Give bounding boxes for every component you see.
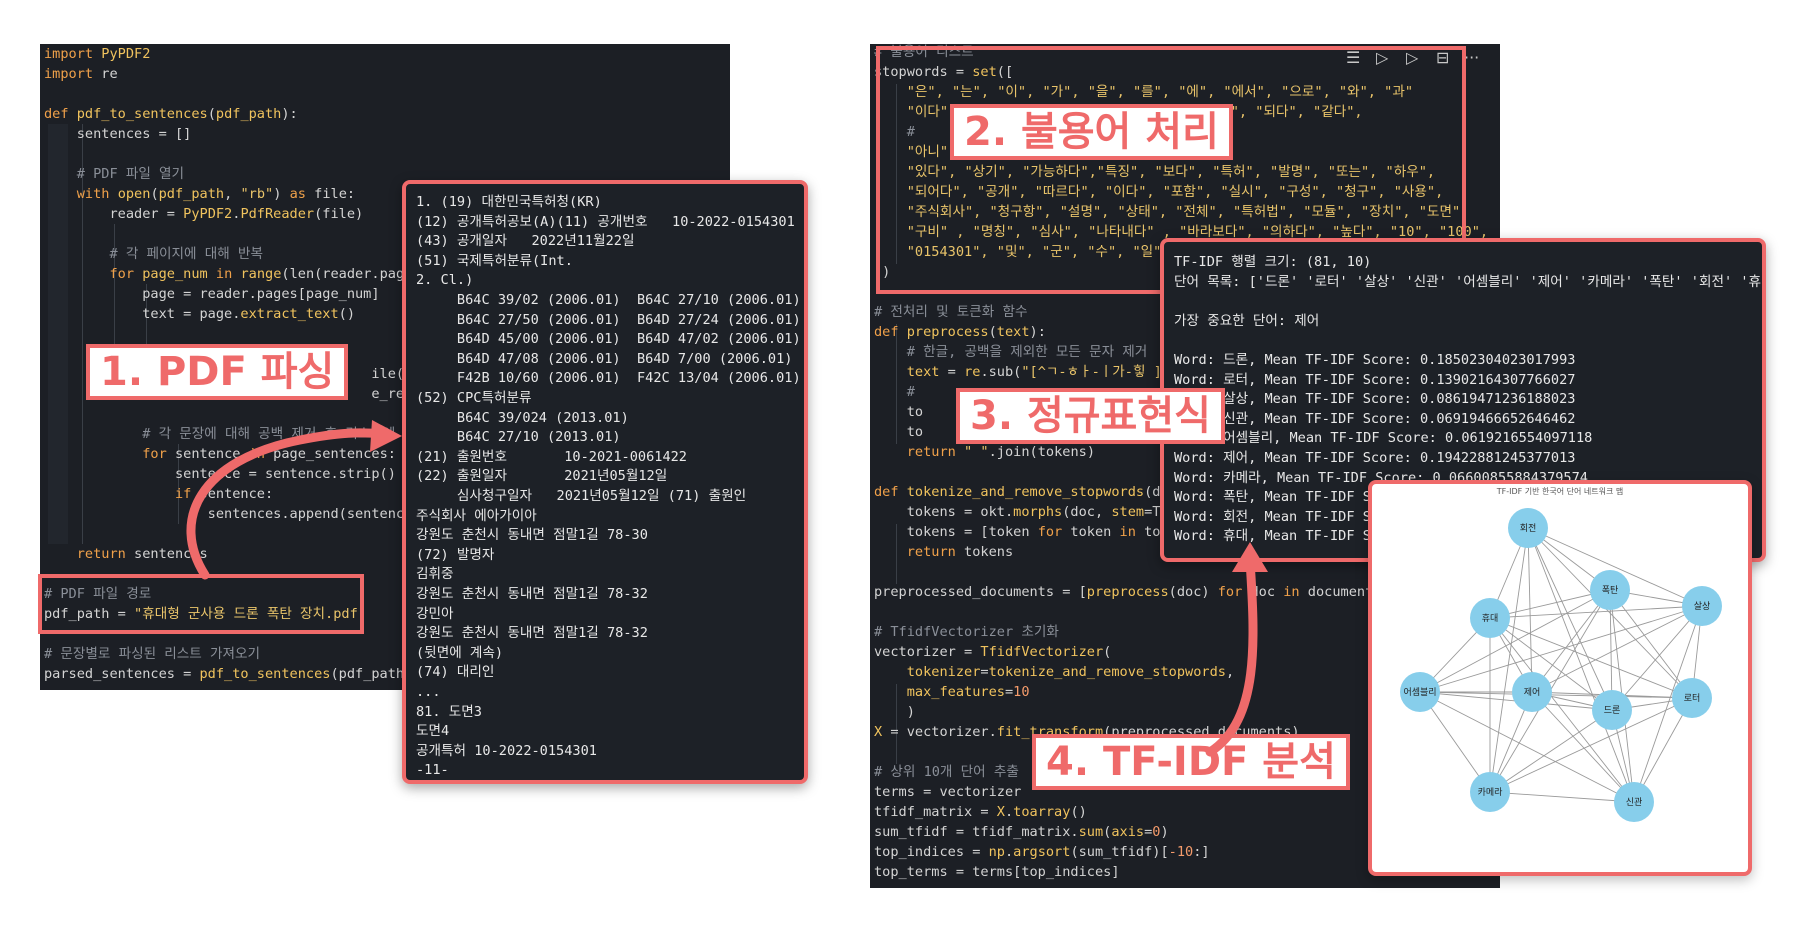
output-line: 2. Cl.) [416,272,474,289]
output-line: B64D 45/00 (2006.01) B64D 47/02 (2006.01… [416,331,801,348]
graph-node-label: 회전 [1520,523,1537,534]
output-line: Word: 살상, Mean TF-IDF Score: 0.086194712… [1174,391,1576,408]
graph-node: 회전 [1508,508,1548,548]
graph-node-label: 제어 [1524,687,1541,698]
graph-node-label: 어셈블리 [1403,687,1436,698]
output-line: (뒷면에 계속) [416,644,504,661]
step3-label: 3. 정규표현식 [956,388,1225,444]
graph-node: 폭탄 [1590,570,1630,610]
output-line: 1. (19) 대한민국특허청(KR) [416,194,602,210]
graph-node: 제어 [1512,672,1552,712]
graph-node: 신관 [1614,782,1654,822]
graph-node-label: 살상 [1694,601,1711,612]
output-line: TF-IDF 행렬 크기: (81, 10) [1174,254,1372,270]
output-line: B64C 27/50 (2006.01) B64D 27/24 (2006.01… [416,311,801,328]
code-line: import PyPDF2 [44,46,151,62]
pdf-parse-output: 1. (19) 대한민국특허청(KR) (12) 공개특허공보(A)(11) 공개… [402,180,808,784]
output-line: 강원도 춘천시 동내면 점말1길 78-32 [416,586,648,602]
graph-node-label: 휴대 [1482,613,1499,624]
graph-node-label: 신관 [1626,797,1643,808]
output-line: (12) 공개특허공보(A)(11) 공개번호 10-2022-0154301 [416,213,795,230]
output-line: 심사청구일자 2021년05월12일 (71) 출원인 [416,488,747,504]
code-line: def pdf_to_sentences(pdf_path): [44,106,298,122]
output-line: 주식회사 에아가이아 [416,507,537,524]
output-line: B64D 47/08 (2006.01) B64D 7/00 (2006.01) [416,350,793,367]
network-svg: TF-IDF 기반 한국어 단어 네트워크 맵 회전폭탄휴대 살상어셈블리 제어드론… [1400,486,1722,822]
output-line: B64C 39/02 (2006.01) B64C 27/10 (2006.01… [416,292,801,308]
output-line: Word: 신관, Mean TF-IDF Score: 0.069194666… [1174,410,1576,427]
graph-node: 살상 [1682,586,1722,626]
step2-label: 2. 불용어 처리 [950,104,1233,160]
output-line: 단어 목록: ['드론' '로터' '살상' '신관' '어셈블리' '제어' … [1174,273,1766,290]
graph-node: 어셈블리 [1400,672,1440,712]
code-line: import re [44,66,118,82]
output-line: (21) 출원번호 10-2021-0061422 [416,448,687,465]
output-line: (51) 국제특허분류(Int. [416,252,573,269]
graph-title: TF-IDF 기반 한국어 단어 네트워크 맵 [1496,486,1624,496]
graph-node-label: 드론 [1604,705,1621,716]
output-line: (43) 공개일자 2022년11월22일 [416,233,635,250]
output-line: (72) 발명자 [416,546,495,563]
graph-node-label: 카메라 [1478,787,1504,798]
output-line: B64C 27/10 (2013.01) [416,429,621,446]
output-line: Word: 제어, Mean TF-IDF Score: 0.194228812… [1174,450,1576,466]
output-line: Word: 드론, Mean TF-IDF Score: 0.185023040… [1174,352,1576,368]
graph-edge [1419,589,1611,693]
output-line: (52) CPC특허분류 [416,390,532,406]
step1-label: 1. PDF 파싱 [86,344,349,400]
output-line: F42B 10/60 (2006.01) F42C 13/04 (2006.01… [416,370,801,387]
output-line: 강민아 [416,605,454,622]
pdf-path-highlight [38,574,364,634]
word-network-graph: TF-IDF 기반 한국어 단어 네트워크 맵 회전폭탄휴대 살상어셈블리 제어드론… [1368,480,1752,876]
output-line: (74) 대리인 [416,664,495,681]
output-line: 81. 도면3 [416,703,482,720]
graph-node: 카메라 [1470,772,1510,812]
graph-edge [1489,791,1635,803]
step4-label: 4. TF-IDF 분석 [1032,734,1350,790]
output-line: B64C 39/024 (2013.01) [416,409,629,426]
output-line: Word: 어셈블리, Mean TF-IDF Score: 0.0619216… [1174,430,1593,447]
code-line: sentences = [] [44,126,192,142]
output-line: Word: 로터, Mean TF-IDF Score: 0.139021643… [1174,371,1576,388]
output-line: -11- [416,762,449,779]
graph-node-label: 폭탄 [1602,585,1619,596]
pdf-output-lines: 1. (19) 대한민국특허청(KR) (12) 공개특허공보(A)(11) 공개… [406,192,804,780]
output-line: (22) 출원일자 2021년05월12일 [416,468,668,485]
graph-node-label: 로터 [1684,693,1701,704]
output-line: 강원도 춘천시 동내면 점말1길 78-30 [416,527,648,544]
output-line: 가장 중요한 단어: 제어 [1174,312,1320,329]
graph-node: 로터 [1672,678,1712,718]
graph-edge [1489,697,1693,793]
graph-node: 휴대 [1470,598,1510,638]
output-line: ... [416,684,441,700]
output-line: 강원도 춘천시 동내면 점말1길 78-32 [416,625,648,642]
graph-node: 드론 [1592,690,1632,730]
graph-edge [1419,605,1703,693]
output-line: 김휘중 [416,566,454,583]
output-line: 공개특허 10-2022-0154301 [416,742,597,759]
output-line: 도면4 [416,723,450,740]
